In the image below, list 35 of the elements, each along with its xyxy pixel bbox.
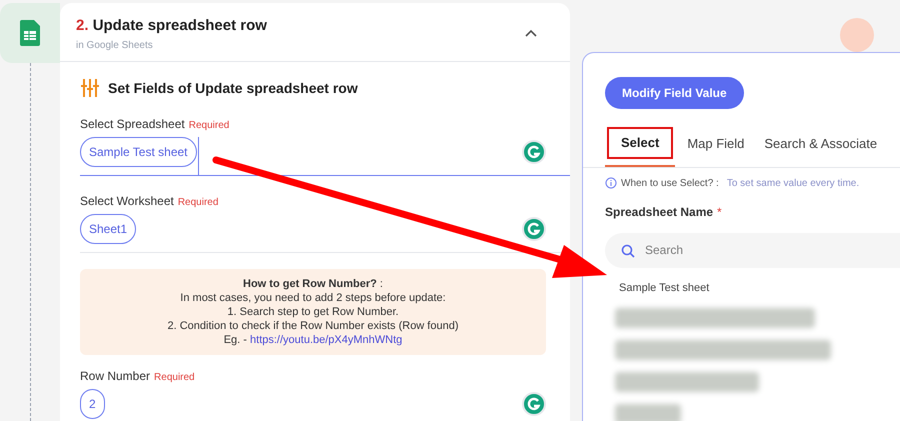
value-chip[interactable]: 2 xyxy=(80,388,105,418)
hint-label: When to use Select? : xyxy=(621,176,719,190)
tab[interactable]: Map Field xyxy=(679,121,752,166)
search-field[interactable]: Search xyxy=(605,232,900,268)
help-text: Eg. - xyxy=(224,332,248,346)
section-title: Set Fields of Update spreadsheet row xyxy=(108,78,358,98)
help-text: 2. Condition to check if the Row Number exists (Row found) xyxy=(167,318,459,332)
grammarly-icon[interactable] xyxy=(522,140,546,164)
info-icon xyxy=(605,177,617,189)
search-icon xyxy=(621,244,635,258)
help-text: In most cases, you need to add 2 steps before update: xyxy=(180,290,446,304)
help-text: 1. Search step to get Row Number. xyxy=(227,304,399,318)
tab[interactable]: Search & Associate xyxy=(756,121,886,166)
modify-button[interactable]: Modify Field Value xyxy=(605,77,744,109)
option-item[interactable]: Sample Test sheet xyxy=(605,280,900,296)
list-label: Spreadsheet Name xyxy=(605,204,714,220)
video-link[interactable]: https://youtu.be/pX4yMnhWNtg xyxy=(250,332,402,346)
grammarly-icon[interactable] xyxy=(522,216,546,240)
value-chip[interactable]: Sample Test sheet xyxy=(80,136,197,166)
field-label: Select Worksheet xyxy=(80,192,174,210)
grammarly-icon[interactable] xyxy=(522,392,546,416)
tab[interactable]: Select xyxy=(605,121,676,166)
sheets-icon xyxy=(20,20,40,46)
required-label: Required xyxy=(154,370,195,384)
value-chip[interactable]: Sheet1 xyxy=(80,214,136,244)
help-title: How to get Row Number? : xyxy=(243,276,383,290)
required-label: Required xyxy=(178,196,218,210)
step-subtitle: in Google Sheets xyxy=(76,38,154,52)
required-label: Required xyxy=(188,118,230,132)
hint-text: To set same value every time. xyxy=(726,176,860,190)
required-mark: * xyxy=(717,204,722,220)
field-label: Select Spreadsheet xyxy=(80,116,185,132)
field-label: Row Number xyxy=(80,368,150,384)
step-title: 2. Update spreadsheet row xyxy=(76,16,267,36)
sliders-icon xyxy=(80,78,100,98)
